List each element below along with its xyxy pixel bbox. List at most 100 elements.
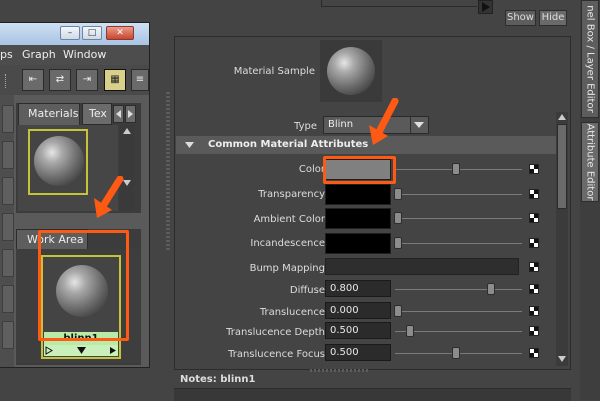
output-connections-icon[interactable]: ⇥ <box>76 69 98 91</box>
translucence-depth-field[interactable]: 0.500 <box>325 322 391 339</box>
expand-triangle-icon[interactable] <box>77 347 86 354</box>
ae-top-frame <box>321 0 477 7</box>
maximize-icon[interactable]: □ <box>82 26 102 40</box>
channel-box-layer-editor-tab[interactable]: nel Box / Layer Editor <box>581 0 599 118</box>
shelf-slot[interactable] <box>2 141 14 169</box>
attribute-editor-tab-label: Attribute Editor <box>584 123 596 201</box>
minimize-icon[interactable]: – <box>60 26 80 40</box>
tab-scroll-right-icon[interactable] <box>125 105 136 123</box>
map-button-icon[interactable] <box>529 306 539 316</box>
map-button-icon[interactable] <box>529 348 539 358</box>
transparency-swatch[interactable] <box>325 184 391 205</box>
tab-materials[interactable]: Materials <box>18 103 80 125</box>
translucence-field[interactable]: 0.000 <box>325 302 391 319</box>
transparency-slider-track[interactable] <box>395 194 522 195</box>
collapse-triangle-icon <box>185 142 194 148</box>
toolbar-grip <box>5 74 8 88</box>
material-sphere-thumbnail <box>34 136 84 186</box>
shelf-slot[interactable] <box>2 249 14 277</box>
translucence-label: Translucence <box>259 307 325 318</box>
shelf-slot[interactable] <box>2 177 14 205</box>
arrow-icon <box>94 176 124 218</box>
map-button-icon[interactable] <box>529 164 539 174</box>
map-button-icon[interactable] <box>529 262 539 272</box>
side-tab-strip: nel Box / Layer Editor Attribute Editor <box>580 0 600 400</box>
output-port-icon[interactable] <box>109 346 117 355</box>
toolbar-overflow-icon[interactable]: ≡ <box>131 69 149 91</box>
highlight-box-node <box>38 230 129 341</box>
map-button-icon[interactable] <box>529 238 539 248</box>
translucence-focus-slider-thumb[interactable] <box>452 347 460 359</box>
translucence-depth-slider-track[interactable] <box>395 331 522 332</box>
shelf-slot[interactable] <box>2 321 14 349</box>
input-port-icon[interactable] <box>45 346 53 355</box>
channel-box-tab-label: nel Box / Layer Editor <box>584 5 596 113</box>
incandescence-slider-track[interactable] <box>395 243 522 244</box>
shelf-slot[interactable] <box>2 105 14 133</box>
ae-scrollbar[interactable] <box>556 112 568 366</box>
scrollbar-thumb[interactable] <box>557 124 567 209</box>
incandescence-label: Incandescence <box>250 238 325 249</box>
incandescence-slider-thumb[interactable] <box>394 237 402 249</box>
type-dropdown-value: Blinn <box>328 119 354 130</box>
ambient-color-slider-thumb[interactable] <box>394 212 402 224</box>
dropdown-divider <box>410 117 411 133</box>
hypershade-left-bar <box>0 95 14 367</box>
translucence-focus-field[interactable]: 0.500 <box>325 344 391 361</box>
node-attribute-bar[interactable] <box>44 345 118 356</box>
input-output-connections-icon[interactable]: ⇄ <box>49 69 71 91</box>
diffuse-slider-track[interactable] <box>395 289 522 290</box>
diffuse-slider-thumb[interactable] <box>487 283 495 295</box>
menu-bar: ps Graph Window <box>0 45 149 65</box>
scroll-up-icon[interactable] <box>123 128 131 134</box>
ambient-color-swatch[interactable] <box>325 208 391 229</box>
attribute-editor-panel: Show Hide Material Sample Type Blinn Com… <box>165 0 580 401</box>
ambient-color-slider-track[interactable] <box>395 218 522 219</box>
diffuse-field[interactable]: 0.800 <box>325 280 391 297</box>
color-slider-thumb[interactable] <box>452 163 460 175</box>
map-button-icon[interactable] <box>529 189 539 199</box>
shelf-slot[interactable] <box>2 285 14 313</box>
highlight-box-color <box>323 156 396 184</box>
incandescence-swatch[interactable] <box>325 233 391 254</box>
translucence-depth-label: Translucence Depth <box>226 327 325 338</box>
attribute-rows: Color Transparency Ambient Color Incande… <box>165 156 560 366</box>
attribute-editor-tab[interactable]: Attribute Editor <box>581 122 599 202</box>
material-sphere-preview <box>327 47 375 95</box>
graph-layout-icon[interactable]: ▦ <box>104 69 126 91</box>
transparency-label: Transparency <box>258 189 325 200</box>
bump-mapping-label: Bump Mapping <box>249 263 325 274</box>
menu-item-ps[interactable]: ps <box>0 48 13 61</box>
tab-scroll-left-icon[interactable] <box>113 105 124 123</box>
type-label: Type <box>294 121 317 132</box>
translucence-depth-slider-thumb[interactable] <box>406 325 414 337</box>
hide-button[interactable]: Hide <box>539 10 567 26</box>
diffuse-label: Diffuse <box>289 285 325 296</box>
map-button-icon[interactable] <box>529 284 539 294</box>
scroll-down-icon[interactable] <box>558 356 566 362</box>
toolbar: ⇤ ⇄ ⇥ ▦ ≡ <box>0 65 149 95</box>
map-button-icon[interactable] <box>529 213 539 223</box>
translucence-slider-thumb[interactable] <box>394 305 402 317</box>
play-icon[interactable] <box>478 0 493 14</box>
bump-mapping-field[interactable] <box>325 258 519 275</box>
show-button[interactable]: Show <box>505 10 536 26</box>
tab-textures[interactable]: Tex <box>82 103 112 125</box>
notes-resize-grip[interactable] <box>310 369 370 372</box>
shelf-slot[interactable] <box>2 213 14 241</box>
chevron-down-icon <box>414 122 424 128</box>
ae-top-strip: Show Hide <box>165 0 580 30</box>
translucence-slider-track[interactable] <box>395 311 522 312</box>
close-icon[interactable]: ✕ <box>106 26 134 40</box>
map-button-icon[interactable] <box>529 326 539 336</box>
window-titlebar[interactable]: – □ ✕ <box>0 23 149 46</box>
menu-item-graph[interactable]: Graph <box>22 48 56 61</box>
input-connections-icon[interactable]: ⇤ <box>22 69 44 91</box>
material-thumbnail-blinn1[interactable] <box>28 129 88 195</box>
arrow-icon <box>369 98 399 145</box>
menu-item-window[interactable]: Window <box>63 48 106 61</box>
transparency-slider-thumb[interactable] <box>394 188 402 200</box>
notes-field[interactable] <box>174 388 571 401</box>
material-sample-label: Material Sample <box>233 66 315 77</box>
scroll-up-icon[interactable] <box>558 114 566 120</box>
